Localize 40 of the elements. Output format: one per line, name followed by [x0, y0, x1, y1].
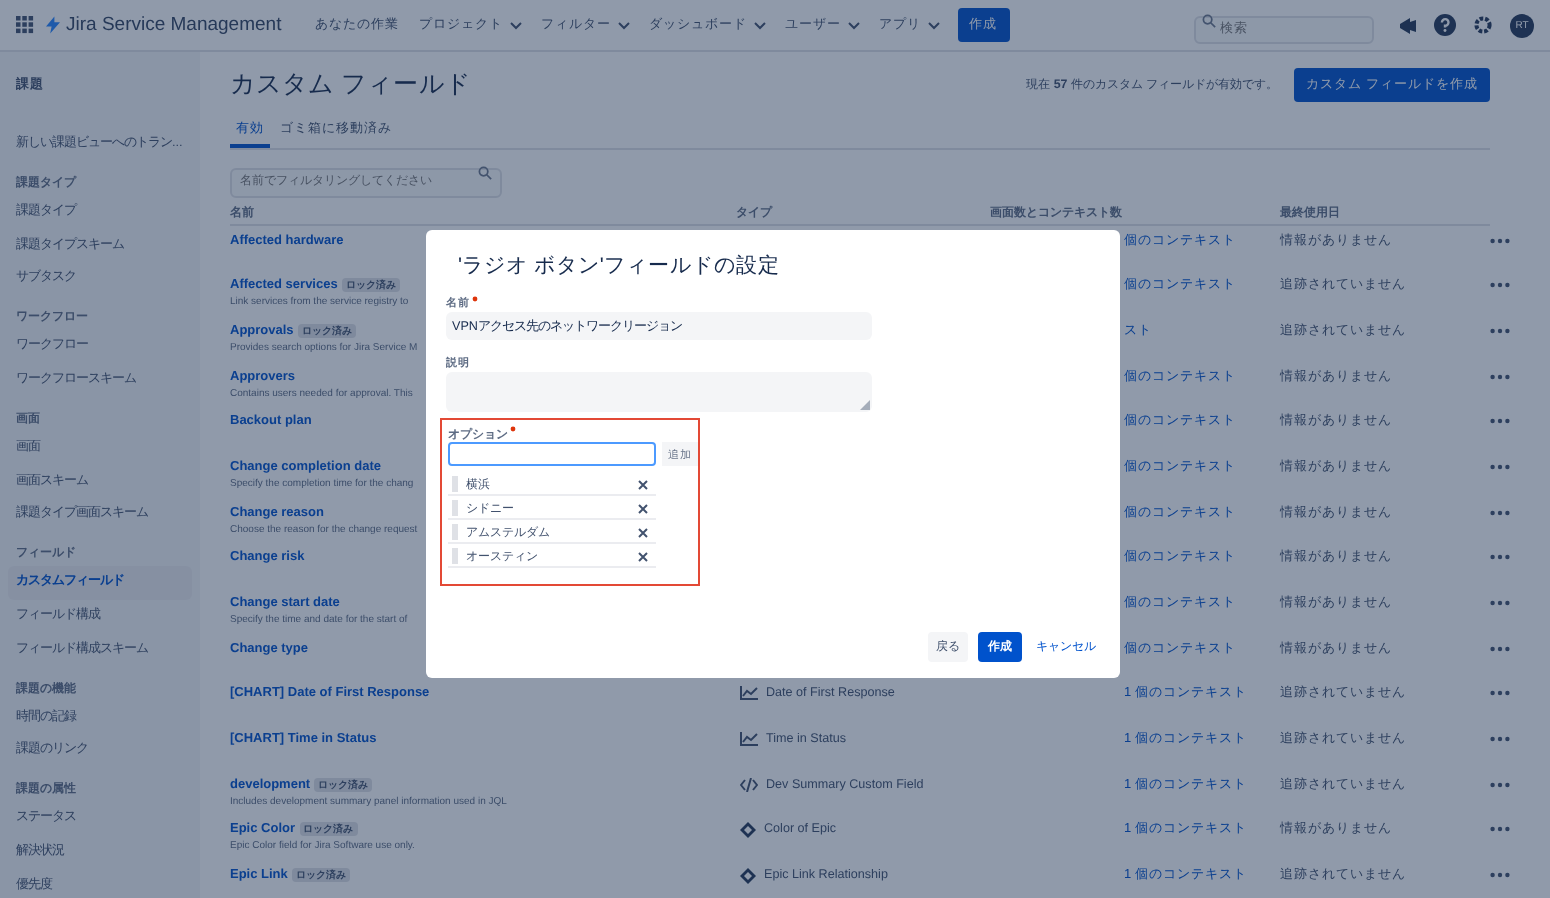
- option-input[interactable]: [448, 442, 656, 466]
- diamond-icon: [740, 867, 756, 884]
- more-icon[interactable]: [1490, 237, 1510, 243]
- more-icon[interactable]: [1490, 645, 1510, 652]
- page-title: カスタム フィールド: [230, 67, 473, 101]
- code-icon: [740, 777, 758, 792]
- chevron-down-icon: [927, 21, 940, 29]
- product-name[interactable]: Jira Service Management: [66, 14, 282, 36]
- more-icon[interactable]: [1490, 373, 1510, 380]
- more-icon[interactable]: [1490, 327, 1510, 334]
- search-icon: [1202, 13, 1216, 28]
- more-icon[interactable]: [1490, 554, 1510, 561]
- app-grid-icon[interactable]: [16, 16, 34, 34]
- more-icon[interactable]: [1490, 690, 1510, 697]
- search-icon: [478, 166, 492, 180]
- chevron-down-icon: [753, 21, 766, 29]
- chevron-down-icon: [847, 21, 860, 29]
- more-icon[interactable]: [1490, 418, 1510, 425]
- more-icon[interactable]: [1490, 872, 1510, 879]
- resize-grip-icon: [860, 400, 870, 410]
- diamond-icon: [740, 821, 756, 838]
- more-icon[interactable]: [1490, 509, 1510, 516]
- dialog-title: 'ラジオ ボタン'フィールドの設定: [458, 252, 782, 280]
- more-icon[interactable]: [1490, 781, 1510, 788]
- line-chart-icon: [740, 686, 758, 701]
- close-icon[interactable]: [638, 479, 648, 489]
- more-icon[interactable]: [1490, 600, 1510, 606]
- close-icon[interactable]: [638, 503, 648, 513]
- close-icon[interactable]: [638, 551, 648, 561]
- more-icon[interactable]: [1490, 282, 1510, 289]
- more-icon[interactable]: [1490, 463, 1510, 470]
- more-icon[interactable]: [1490, 736, 1510, 743]
- line-chart-icon: [740, 732, 758, 747]
- close-icon[interactable]: [638, 527, 648, 537]
- chevron-down-icon: [617, 21, 630, 29]
- description-field[interactable]: [446, 372, 872, 412]
- bolt-logo-icon: [46, 16, 60, 34]
- more-icon[interactable]: [1490, 826, 1510, 833]
- chevron-down-icon: [509, 21, 522, 29]
- help-icon[interactable]: [1434, 14, 1456, 36]
